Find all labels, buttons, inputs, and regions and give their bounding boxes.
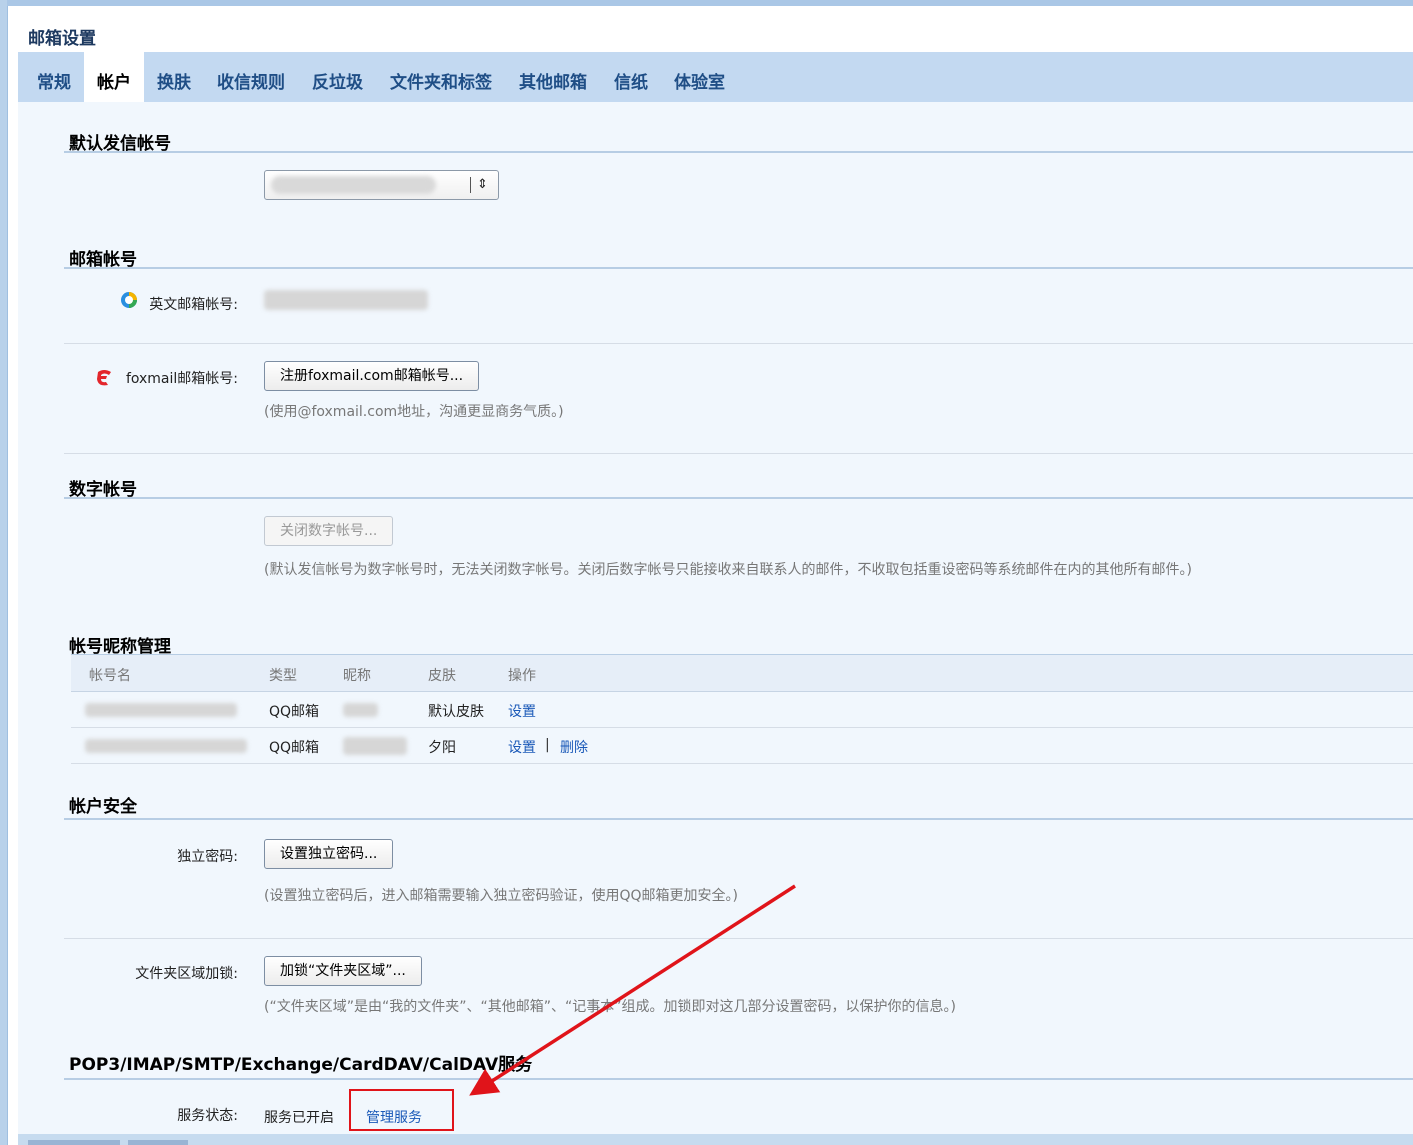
annotation-arrow-icon — [469, 884, 796, 1096]
